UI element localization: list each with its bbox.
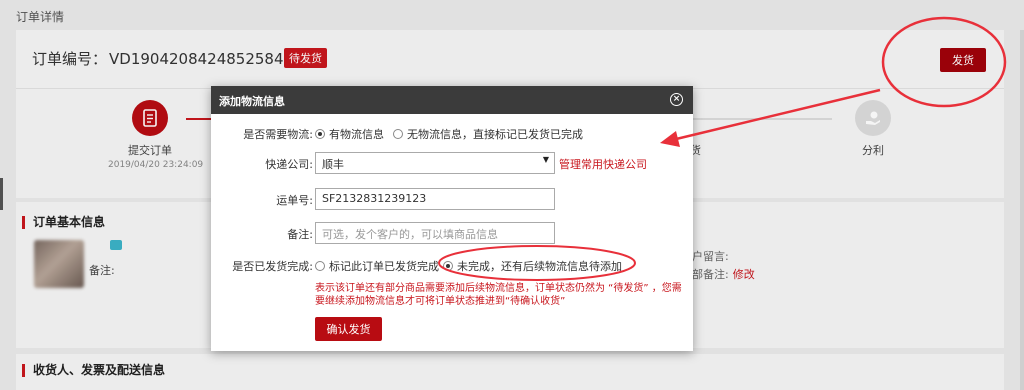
dialog-header: 添加物流信息 ×: [211, 86, 693, 114]
need-logistics-label: 是否需要物流:: [243, 128, 313, 141]
courier-select[interactable]: 顺丰 ▼: [315, 152, 555, 174]
courier-value: 顺丰: [322, 158, 344, 171]
remark-label: 备注:: [287, 228, 313, 241]
radio-button[interactable]: [315, 129, 325, 139]
confirm-ship-button[interactable]: 确认发货: [315, 317, 382, 341]
radio-label: 无物流信息，直接标记已发货已完成: [407, 128, 583, 141]
hint-text: 表示该订单还有部分商品需要添加后续物流信息，订单状态仍然为 “待发货” ，您需要…: [315, 283, 682, 307]
shipped-done-label: 是否已发货完成:: [232, 260, 313, 273]
radio-label: 标记此订单已发货完成: [329, 260, 439, 273]
tracking-number-input[interactable]: SF2132831239123: [315, 188, 555, 210]
courier-label: 快递公司:: [265, 158, 313, 171]
radio-label: 未完成，还有后续物流信息待添加: [457, 260, 622, 273]
tracking-label: 运单号:: [276, 194, 313, 207]
manage-courier-link[interactable]: 管理常用快递公司: [559, 156, 647, 172]
radio-not-finished[interactable]: 未完成，还有后续物流信息待添加: [443, 258, 622, 274]
radio-no-logistics[interactable]: 无物流信息，直接标记已发货已完成: [393, 126, 583, 142]
radio-mark-shipped[interactable]: 标记此订单已发货完成: [315, 258, 439, 274]
radio-button[interactable]: [315, 261, 325, 271]
radio-label: 有物流信息: [329, 128, 384, 141]
chevron-down-icon: ▼: [542, 155, 549, 164]
dialog-title: 添加物流信息: [219, 95, 285, 108]
radio-button[interactable]: [443, 261, 453, 271]
add-logistics-dialog: 添加物流信息 × 是否需要物流: 有物流信息 无物流信息，直接标记已发货已完成 …: [211, 86, 693, 351]
radio-button[interactable]: [393, 129, 403, 139]
radio-has-logistics[interactable]: 有物流信息: [315, 126, 384, 142]
close-icon[interactable]: ×: [670, 93, 683, 106]
remark-input[interactable]: 可选，发个客户的，可以填商品信息: [315, 222, 555, 244]
